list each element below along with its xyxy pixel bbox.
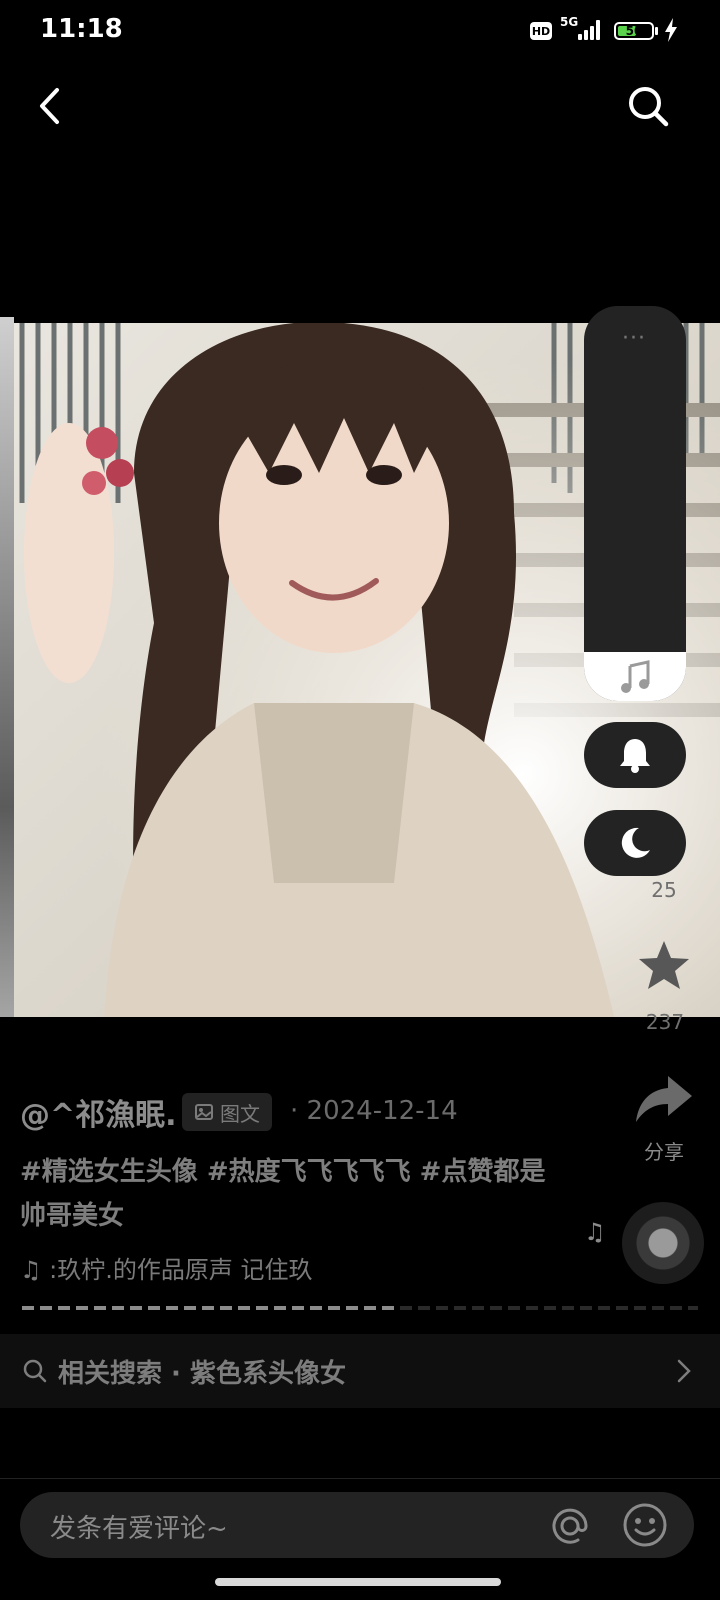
network-type: 5G: [560, 15, 579, 29]
star-icon[interactable]: [636, 938, 692, 994]
post-date: · 2024-12-14: [290, 1096, 458, 1126]
battery-tip: [655, 27, 658, 35]
chevron-right-icon: [677, 1359, 691, 1383]
battery-icon: 50: [614, 22, 654, 40]
author-name[interactable]: @^祁漁眠.: [20, 1090, 177, 1134]
bell-button[interactable]: [584, 722, 686, 788]
music-note-icon: [621, 659, 650, 693]
smile-icon[interactable]: [622, 1502, 668, 1548]
related-search-bar[interactable]: 相关搜索 · 紫色系头像女: [0, 1334, 720, 1408]
share-arrow-icon[interactable]: [634, 1074, 694, 1124]
night-mode-button[interactable]: [584, 810, 686, 876]
related-search-label: 相关搜索 · 紫色系头像女: [58, 1358, 346, 1389]
charging-bolt-icon: [665, 18, 677, 42]
music-toggle-button[interactable]: [584, 652, 686, 701]
post-type-label: 图文: [220, 1101, 260, 1126]
sound-label: :玖柠.的作品原声 记住玖: [49, 1256, 313, 1284]
image-text-icon: [195, 1104, 213, 1120]
comment-count: 25: [651, 878, 677, 902]
floating-control-panel: [584, 306, 686, 701]
favorite-count: 237: [645, 1010, 685, 1034]
status-time: 11:18: [40, 14, 123, 44]
share-label[interactable]: 分享: [636, 1136, 692, 1165]
music-disc[interactable]: [622, 1202, 704, 1284]
at-icon[interactable]: [548, 1504, 592, 1548]
home-indicator[interactable]: [215, 1578, 501, 1586]
previous-image-edge[interactable]: [0, 317, 14, 1017]
moon-icon: [621, 827, 650, 858]
post-caption[interactable]: #精选女生头像 #热度飞飞飞飞飞 #点赞都是帅哥美女: [20, 1150, 560, 1238]
battery-percent: 50: [625, 24, 643, 38]
search-icon[interactable]: [624, 82, 672, 130]
divider: [0, 1478, 720, 1479]
music-note-icon: ♫: [20, 1256, 42, 1284]
post-type-badge: 图文: [182, 1093, 272, 1131]
back-icon[interactable]: [30, 84, 74, 128]
comment-input[interactable]: 发条有爱评论~: [50, 1508, 228, 1545]
search-icon: [23, 1359, 47, 1383]
signal-icon: [578, 18, 604, 40]
hd-badge: HD: [530, 22, 552, 40]
floating-note-icon: ♫: [584, 1218, 606, 1246]
bell-icon: [620, 739, 650, 773]
more-icon[interactable]: ···: [614, 326, 654, 351]
image-progress-bar[interactable]: [22, 1306, 698, 1310]
sound-line[interactable]: ♫ :玖柠.的作品原声 记住玖: [20, 1250, 313, 1285]
